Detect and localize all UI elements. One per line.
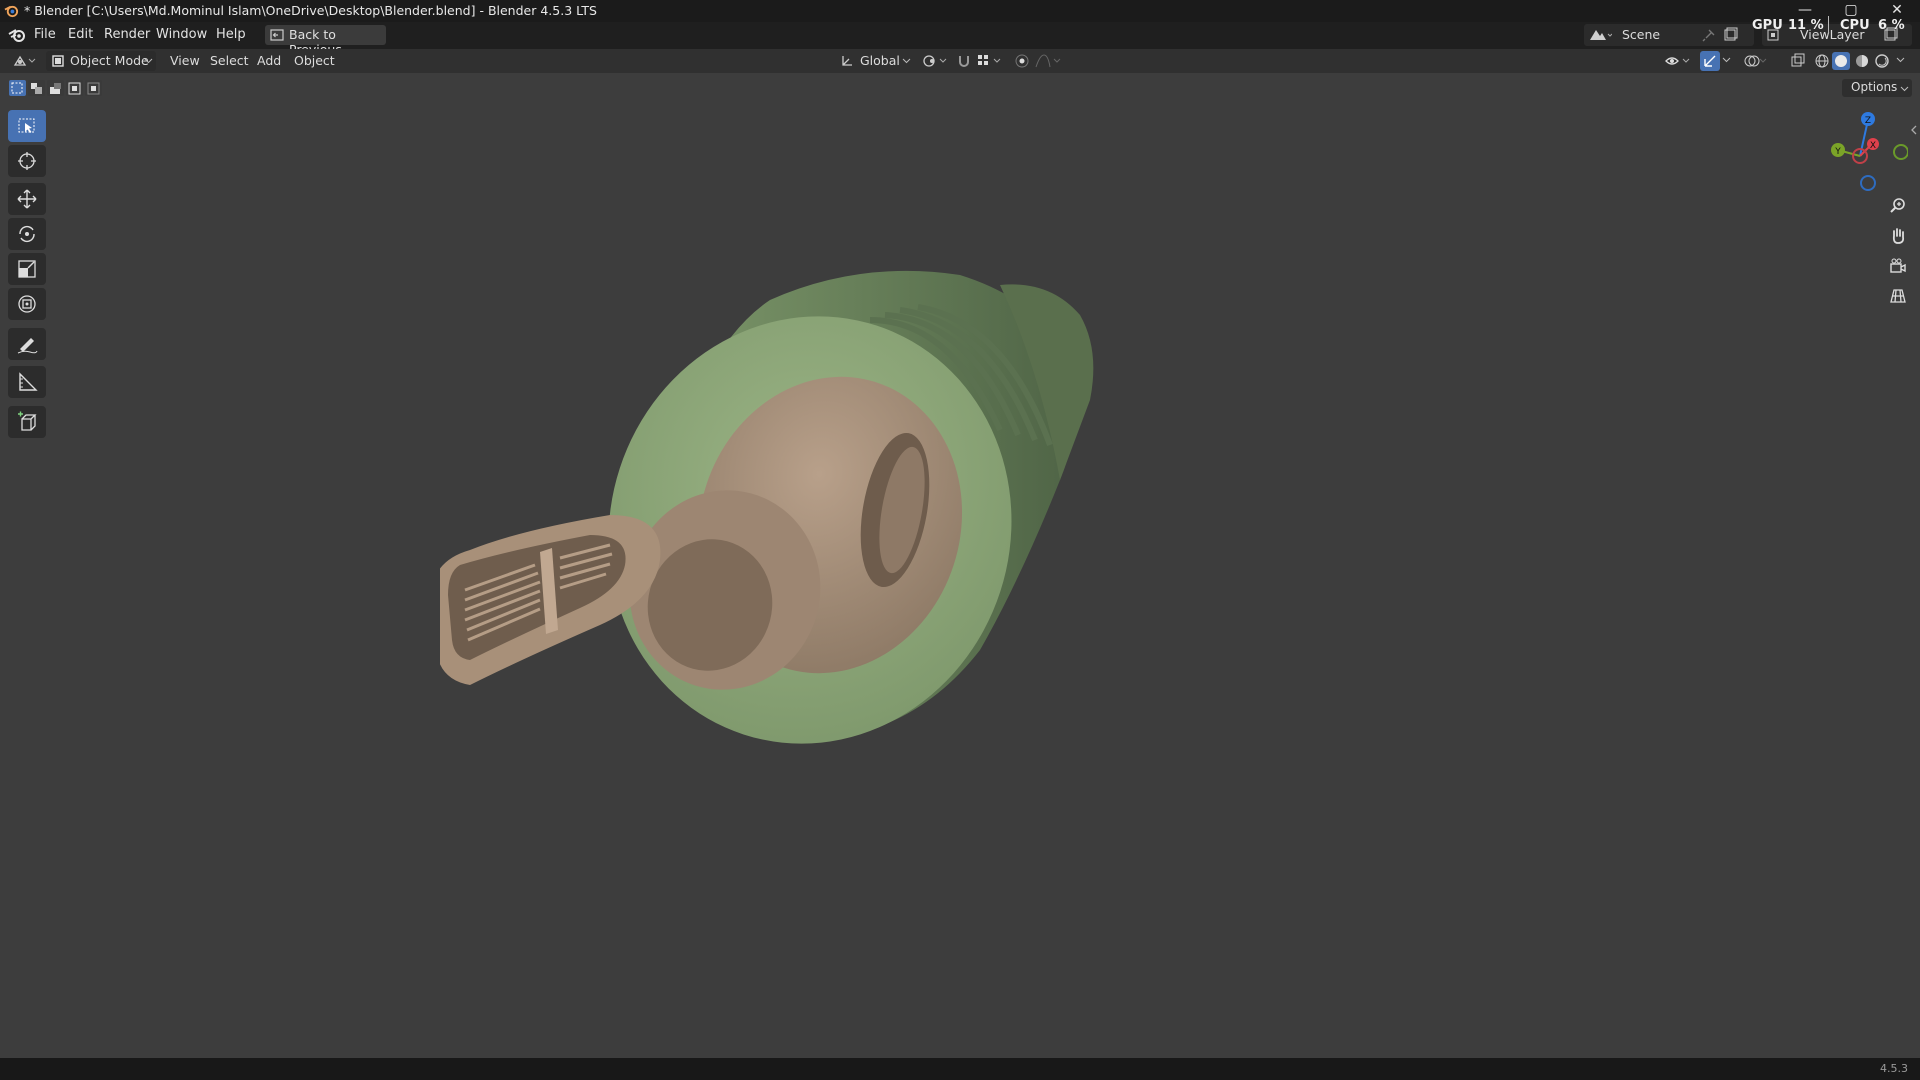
gizmo-y-label: Y bbox=[1834, 147, 1841, 157]
cursor-icon bbox=[18, 152, 36, 170]
hand-icon bbox=[1892, 228, 1905, 244]
menu-render[interactable]: Render bbox=[104, 27, 150, 42]
scene-selector[interactable]: Scene bbox=[1584, 24, 1754, 46]
gizmo-neg-y[interactable] bbox=[1893, 144, 1908, 160]
snap-toggle-icon[interactable] bbox=[956, 53, 972, 69]
options-dropdown[interactable]: Options bbox=[1842, 79, 1912, 97]
status-bar: 4.5.3 bbox=[0, 1058, 1920, 1080]
gpu-label: GPU bbox=[1752, 18, 1783, 33]
overlays-icon[interactable] bbox=[1744, 53, 1770, 69]
title-bar: * Blender [C:\Users\Md.Mominul Islam\One… bbox=[0, 0, 1920, 22]
selection-mode-icons[interactable] bbox=[8, 79, 104, 97]
pivot-point-icon[interactable] bbox=[922, 53, 950, 69]
cpu-value: 6 % bbox=[1878, 18, 1905, 33]
header-menu-object[interactable]: Object bbox=[294, 53, 335, 68]
blender-logo-icon bbox=[4, 5, 19, 18]
tool-annotate[interactable] bbox=[8, 328, 46, 360]
select-box-icon bbox=[18, 118, 35, 133]
add-cube-icon bbox=[18, 411, 37, 431]
new-scene-icon[interactable] bbox=[1722, 27, 1738, 43]
solid-shading-icon bbox=[1835, 55, 1847, 67]
tool-measure[interactable] bbox=[8, 366, 46, 398]
options-label: Options bbox=[1851, 80, 1898, 94]
editor-type-icon[interactable] bbox=[12, 53, 38, 69]
menu-edit[interactable]: Edit bbox=[68, 27, 93, 42]
chevron-down-icon[interactable] bbox=[1722, 57, 1731, 63]
scale-icon bbox=[18, 260, 36, 278]
rendered-shading-icon[interactable] bbox=[1874, 53, 1890, 69]
cpu-label: CPU bbox=[1840, 18, 1870, 33]
menu-bar: File Edit Render Window Help Back to Pre… bbox=[0, 22, 1920, 57]
gizmo-toggle-button[interactable] bbox=[1700, 51, 1720, 71]
chevron-down-icon bbox=[1900, 86, 1909, 92]
move-icon bbox=[17, 189, 37, 209]
camera-view-button[interactable] bbox=[1884, 252, 1912, 280]
chevron-down-icon[interactable] bbox=[1896, 57, 1905, 63]
annotate-icon bbox=[17, 338, 38, 354]
selection-mode-group bbox=[8, 79, 104, 97]
gizmo-x-label: X bbox=[1870, 141, 1876, 151]
viewport-header: Object Mode View Select Add Object Globa… bbox=[0, 49, 1920, 73]
menu-file[interactable]: File bbox=[34, 27, 56, 42]
window-title: * Blender [C:\Users\Md.Mominul Islam\One… bbox=[24, 3, 597, 18]
back-icon bbox=[270, 29, 284, 41]
transform-icon bbox=[18, 295, 36, 313]
pan-button[interactable] bbox=[1884, 222, 1912, 250]
object-mode-icon bbox=[52, 55, 64, 67]
tool-scale[interactable] bbox=[8, 253, 46, 285]
tool-cursor[interactable] bbox=[8, 145, 46, 177]
chevron-down-icon bbox=[144, 58, 153, 64]
pin-icon[interactable] bbox=[1702, 28, 1716, 42]
chevron-down-icon bbox=[902, 58, 911, 64]
scene-name: Scene bbox=[1622, 27, 1661, 42]
camera-icon bbox=[1890, 258, 1906, 273]
rotate-icon bbox=[19, 225, 35, 243]
object-mode-dropdown[interactable]: Object Mode bbox=[46, 51, 156, 71]
transform-orientation-dropdown[interactable]: Global bbox=[836, 51, 914, 71]
header-menu-select[interactable]: Select bbox=[210, 53, 249, 68]
tool-add-cube[interactable] bbox=[8, 406, 46, 438]
gizmo-neg-z[interactable] bbox=[1860, 175, 1876, 191]
snap-target-icon[interactable] bbox=[976, 53, 1006, 69]
blender-menu-icon[interactable] bbox=[8, 27, 26, 43]
back-to-previous-button[interactable]: Back to Previous bbox=[265, 25, 386, 57]
perspective-toggle-button[interactable] bbox=[1884, 282, 1912, 310]
orientation-axes-icon bbox=[842, 56, 852, 66]
tool-rotate[interactable] bbox=[8, 218, 46, 250]
navigation-gizmo[interactable]: Z X Y bbox=[1818, 108, 1908, 192]
sidebar-toggle-icon[interactable] bbox=[1910, 124, 1918, 136]
tool-move[interactable] bbox=[8, 183, 46, 215]
version-label: 4.5.3 bbox=[1880, 1062, 1908, 1075]
transform-orientation-label: Global bbox=[860, 53, 900, 68]
grid-perspective-icon bbox=[1890, 289, 1906, 303]
tool-transform[interactable] bbox=[8, 288, 46, 320]
wireframe-shading-icon[interactable] bbox=[1814, 53, 1830, 69]
viewport-3d-object[interactable] bbox=[440, 260, 1200, 860]
gizmo-z-label: Z bbox=[1865, 116, 1871, 126]
scene-icon bbox=[1590, 30, 1612, 40]
gpu-value: 11 % bbox=[1788, 18, 1824, 33]
menu-help[interactable]: Help bbox=[216, 27, 246, 42]
stats-divider bbox=[1828, 16, 1829, 34]
tool-select-box[interactable] bbox=[8, 110, 46, 142]
header-menu-view[interactable]: View bbox=[170, 53, 200, 68]
zoom-icon bbox=[1890, 198, 1905, 213]
solid-shading-button[interactable] bbox=[1832, 52, 1850, 70]
gizmo-icon bbox=[1704, 55, 1716, 67]
material-preview-icon[interactable] bbox=[1854, 53, 1870, 69]
menu-window[interactable]: Window bbox=[156, 27, 207, 42]
header-menu-add[interactable]: Add bbox=[257, 53, 281, 68]
measure-icon bbox=[19, 372, 38, 391]
zoom-button[interactable] bbox=[1884, 192, 1912, 220]
visibility-selectability-icon[interactable] bbox=[1664, 53, 1694, 69]
proportional-editing-icon[interactable] bbox=[1014, 53, 1030, 69]
falloff-icon[interactable] bbox=[1034, 53, 1064, 69]
object-mode-label: Object Mode bbox=[70, 53, 149, 68]
xray-icon[interactable] bbox=[1790, 53, 1806, 69]
